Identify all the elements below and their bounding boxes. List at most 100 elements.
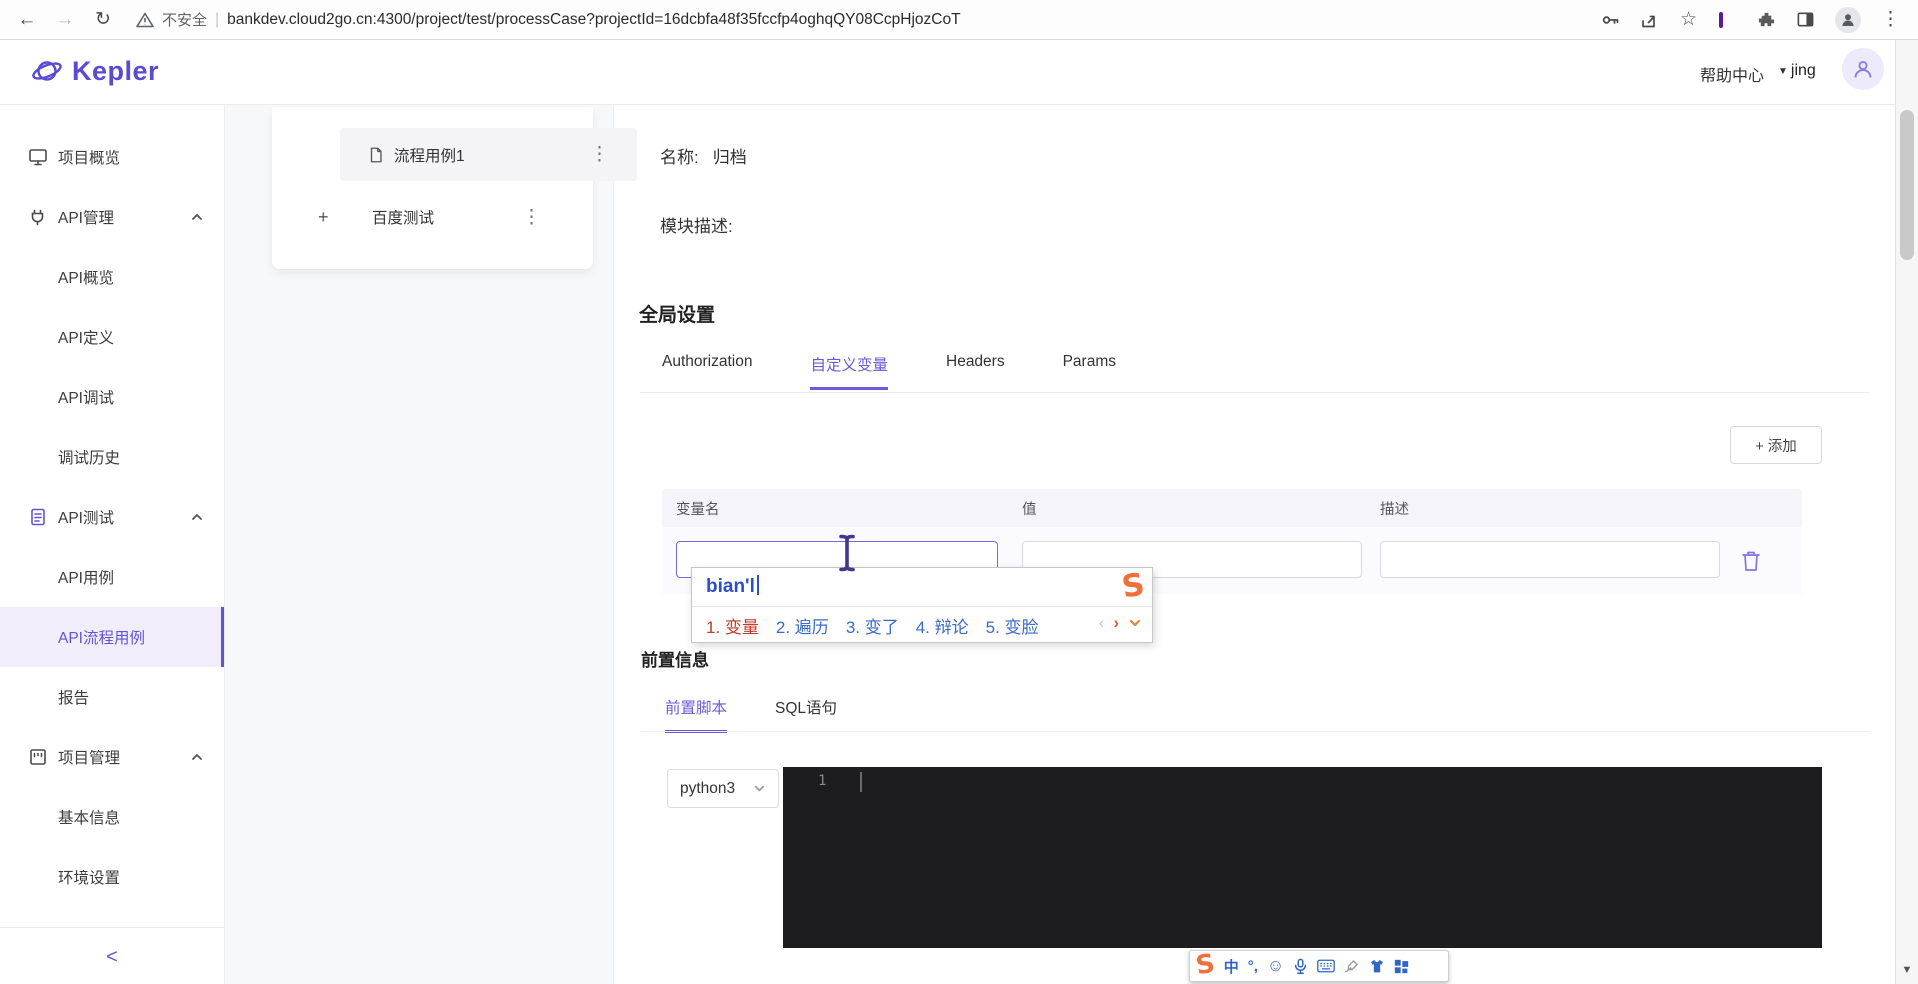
document-icon: [367, 146, 385, 164]
ime-mic-icon[interactable]: [1293, 958, 1308, 975]
reload-icon[interactable]: ↻: [84, 8, 122, 31]
global-settings-tabs: Authorization 自定义变量 Headers Params: [662, 353, 1116, 390]
sidebar-item-report[interactable]: 报告: [0, 667, 224, 727]
expand-plus-icon[interactable]: +: [318, 207, 329, 228]
forward-icon[interactable]: →: [46, 9, 84, 31]
app-header: Kepler 帮助中心 ▼ jing: [0, 40, 1918, 105]
sidebar-collapse-button[interactable]: <: [0, 928, 224, 984]
sidebar-item-label: API测试: [58, 510, 114, 527]
ime-candidate[interactable]: 3. 变了: [846, 613, 899, 638]
ime-caret: [756, 575, 759, 595]
tree-item-label: 百度测试: [372, 210, 435, 227]
ime-candidate[interactable]: 1. 变量: [706, 613, 759, 638]
sidebar-item-env-settings[interactable]: 环境设置: [0, 847, 224, 907]
ime-candidate[interactable]: 5. 变脸: [986, 613, 1039, 638]
share-icon[interactable]: [1640, 10, 1660, 30]
side-panel-icon[interactable]: [1796, 10, 1815, 29]
sidebar-item-api-process-case[interactable]: API流程用例: [0, 607, 224, 667]
sogou-logo-icon: S: [1118, 566, 1147, 606]
sidebar-item-api-test[interactable]: API测试: [0, 487, 224, 547]
sidebar-item-api-case[interactable]: API用例: [0, 547, 224, 607]
tab-sql[interactable]: SQL语句: [775, 696, 837, 733]
text-cursor: [836, 533, 858, 573]
tab-headers[interactable]: Headers: [946, 353, 1005, 390]
sidebar: 项目概览 API管理 API概览 API定义 API调试 调试历史 API测试 …: [0, 105, 225, 984]
tree-item-process-case-1[interactable]: 流程用例1 ⋮: [340, 128, 637, 181]
ime-emoji-icon[interactable]: ☺: [1267, 956, 1284, 976]
scrollbar-down-arrow[interactable]: ▼: [1896, 964, 1918, 976]
sidebar-item-label: API概览: [58, 270, 114, 287]
ime-candidates: 1. 变量 2. 遍历 3. 变了 4. 辩论 5. 变脸: [706, 613, 1039, 638]
global-settings-title: 全局设置: [639, 305, 716, 326]
ime-punctuation-icon[interactable]: °,: [1248, 958, 1258, 975]
add-variable-button[interactable]: + 添加: [1730, 426, 1822, 464]
pre-tabs-divider: [640, 731, 1870, 732]
tree-item-baidu-test[interactable]: + 百度测试 ⋮: [272, 193, 593, 241]
ime-toolbox-icon[interactable]: [1394, 959, 1409, 974]
back-icon[interactable]: ←: [8, 9, 46, 31]
address-bar[interactable]: 不安全 | bankdev.cloud2go.cn:4300/project/t…: [136, 9, 1582, 30]
delete-row-icon[interactable]: [1740, 549, 1762, 573]
sidebar-item-api-overview[interactable]: API概览: [0, 247, 224, 307]
browser-profile-avatar[interactable]: [1835, 6, 1861, 33]
ime-keyboard-icon[interactable]: [1317, 959, 1336, 973]
variable-desc-input[interactable]: [1380, 541, 1720, 578]
user-avatar[interactable]: [1842, 48, 1884, 90]
sidebar-item-label: API流程用例: [58, 630, 145, 647]
security-label: 不安全: [162, 12, 208, 29]
tree-item-menu-icon[interactable]: ⋮: [522, 208, 541, 227]
ime-skin-icon[interactable]: [1369, 959, 1385, 974]
username: jing: [1790, 62, 1816, 79]
extensions-puzzle-icon[interactable]: [1757, 10, 1776, 29]
sogou-logo-icon[interactable]: S: [1194, 949, 1217, 982]
module-desc-label: 模块描述:: [660, 217, 733, 236]
sidebar-item-label: API管理: [58, 210, 114, 227]
browser-menu-icon[interactable]: ⋮: [1881, 8, 1900, 31]
sidebar-item-label: API用例: [58, 570, 114, 587]
chevron-up-icon[interactable]: [190, 510, 204, 524]
case-tree-panel: 流程用例1 ⋮ + 百度测试 ⋮: [272, 107, 637, 269]
ime-candidate[interactable]: 2. 遍历: [776, 613, 829, 638]
ime-mode-chinese[interactable]: 中: [1224, 956, 1239, 977]
password-key-icon[interactable]: [1600, 10, 1620, 30]
sidebar-item-api-definition[interactable]: API定义: [0, 307, 224, 367]
tab-params[interactable]: Params: [1063, 353, 1116, 390]
scrollbar-thumb[interactable]: [1900, 110, 1914, 260]
url-text[interactable]: bankdev.cloud2go.cn:4300/project/test/pr…: [227, 11, 960, 29]
tab-pre-script[interactable]: 前置脚本: [665, 696, 728, 733]
help-center-link[interactable]: 帮助中心: [1700, 62, 1764, 86]
sidebar-item-api-management[interactable]: API管理: [0, 187, 224, 247]
bookmark-star-icon[interactable]: ☆: [1680, 8, 1697, 31]
chevron-up-icon[interactable]: [190, 210, 204, 224]
col-variable-name: 变量名: [676, 501, 720, 518]
sidebar-item-label: API调试: [58, 390, 114, 407]
address-separator: |: [215, 10, 220, 28]
sidebar-item-basic-info[interactable]: 基本信息: [0, 787, 224, 847]
tab-authorization[interactable]: Authorization: [662, 353, 752, 390]
ime-toolbar: S 中 °, ☺: [1189, 949, 1449, 982]
browser-chrome: ← → ↻ 不安全 | bankdev.cloud2go.cn:4300/pro…: [0, 0, 1918, 40]
tab-custom-variables[interactable]: 自定义变量: [810, 353, 888, 390]
sidebar-item-project-overview[interactable]: 项目概览: [0, 127, 224, 187]
chevron-up-icon[interactable]: [190, 750, 204, 764]
ime-expand-icon[interactable]: [1128, 616, 1142, 630]
col-value: 值: [1022, 501, 1037, 518]
pre-info-title: 前置信息: [641, 651, 709, 670]
ime-candidate-window: bian'l S 1. 变量 2. 遍历 3. 变了 4. 辩论 5. 变脸 ‹…: [691, 566, 1153, 643]
ime-prev-page-icon[interactable]: ‹: [1099, 613, 1105, 633]
ime-next-page-icon[interactable]: ›: [1113, 613, 1119, 633]
language-selected-value: python3: [680, 779, 736, 797]
sidebar-item-api-debug[interactable]: API调试: [0, 367, 224, 427]
code-editor[interactable]: 1: [783, 767, 1822, 948]
sidebar-item-debug-history[interactable]: 调试历史: [0, 427, 224, 487]
language-select[interactable]: python3: [667, 769, 779, 808]
sidebar-item-project-management[interactable]: 项目管理: [0, 727, 224, 787]
tree-item-menu-icon[interactable]: ⋮: [590, 145, 609, 164]
ime-candidate[interactable]: 4. 辩论: [916, 613, 969, 638]
ime-handwriting-icon[interactable]: [1344, 959, 1360, 974]
tree-item-label: 流程用例1: [394, 147, 465, 165]
browser-toolbar-right: ☆ ⋮: [1582, 6, 1918, 33]
extension-icon-rp[interactable]: [1717, 10, 1737, 30]
kepler-logo[interactable]: Kepler: [30, 54, 159, 88]
user-menu[interactable]: ▼ jing: [1778, 62, 1816, 80]
